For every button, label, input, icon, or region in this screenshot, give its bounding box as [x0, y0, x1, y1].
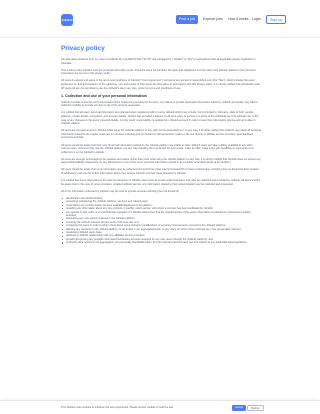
section-paragraph: All of the information collected by JobH…: [61, 189, 180, 193]
section-paragraph: All users are not anonymous to JobHub wh…: [61, 129, 261, 140]
brand-logo[interactable]: JobHub: [61, 14, 73, 26]
section-paragraph: It is notified that all users' personal …: [61, 111, 259, 126]
cookie-accept-button[interactable]: Accept: [232, 405, 246, 411]
post-job-button[interactable]: Post a job: [176, 15, 198, 24]
signup-button[interactable]: Sign up: [266, 15, 287, 24]
list-item: producing data reports on an aggregated,…: [61, 241, 261, 244]
section-heading: 1. Collection and use of your personal i…: [61, 93, 147, 98]
cookie-message: This website uses cookies to enhance the…: [61, 406, 174, 409]
usage-list: identification and authentication; prote…: [61, 197, 261, 245]
nav-link-how-it-works[interactable]: How it works: [225, 15, 251, 24]
intro-paragraph: All users do accept and agree to the ter…: [61, 79, 261, 90]
intro-paragraph: This privacy policy explains how the per…: [61, 68, 256, 76]
page-title: Privacy policy: [61, 45, 105, 52]
nav-link-login[interactable]: Login: [249, 15, 264, 24]
cookie-banner: This website uses cookies to enhance the…: [0, 400, 320, 414]
cookie-decline-button[interactable]: Decline: [247, 405, 264, 411]
section-paragraph: All users are strongly encouraged to be …: [61, 157, 261, 165]
top-navbar: JobHub Post a job Explore jobs How it wo…: [0, 0, 320, 38]
section-paragraph: It is notified that some other data on t…: [61, 179, 260, 186]
section-paragraph: JobHub provides a special community-base…: [61, 100, 258, 108]
privacy-policy-content: Privacy policy All information obtained …: [61, 45, 261, 248]
section-paragraph: All users should be aware that some info…: [61, 168, 259, 176]
intro-paragraph: All information obtained from our users …: [61, 58, 256, 65]
nav-link-explore-jobs[interactable]: Explore jobs: [200, 15, 226, 24]
section-paragraph: All users should be aware that their use…: [61, 143, 254, 154]
